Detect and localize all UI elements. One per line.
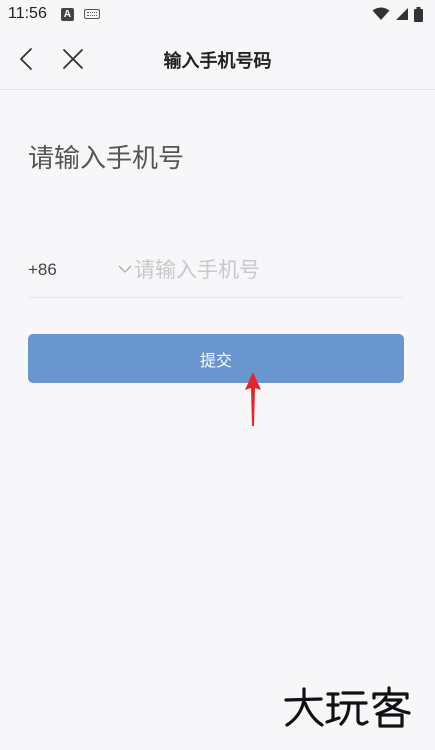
page-heading: 请输入手机号 (28, 144, 185, 174)
battery-icon (414, 6, 423, 22)
phone-input-row: +86 (28, 246, 404, 298)
keyboard-icon (83, 9, 100, 19)
nav-bar: 输入手机号码 (0, 28, 435, 90)
status-icons-left: A (60, 7, 100, 21)
annotation-arrow-icon (245, 372, 261, 426)
page-title: 输入手机号码 (163, 51, 272, 72)
phone-input[interactable] (134, 252, 394, 288)
chevron-down-icon[interactable] (118, 264, 132, 274)
status-bar: 11:56 A (0, 0, 435, 28)
status-time: 11:56 (8, 5, 47, 22)
status-icons-right (372, 6, 427, 22)
wifi-icon (372, 7, 390, 20)
signal-icon (396, 8, 408, 20)
submit-button[interactable]: 提交 (28, 334, 404, 383)
a-icon: A (60, 7, 74, 21)
country-code-selector[interactable]: +86 (28, 260, 57, 280)
watermark-logo (284, 686, 411, 728)
